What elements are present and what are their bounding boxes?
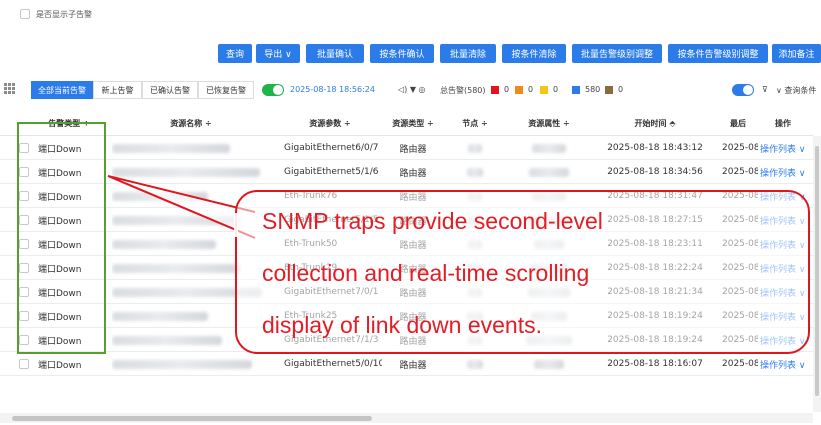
callout-text-line-1: SNMP traps provide second-level [262,208,603,234]
callout-text-line-2: collection and real-time scrolling [262,260,590,286]
callout-text-line-3: display of link down events. [262,312,542,338]
